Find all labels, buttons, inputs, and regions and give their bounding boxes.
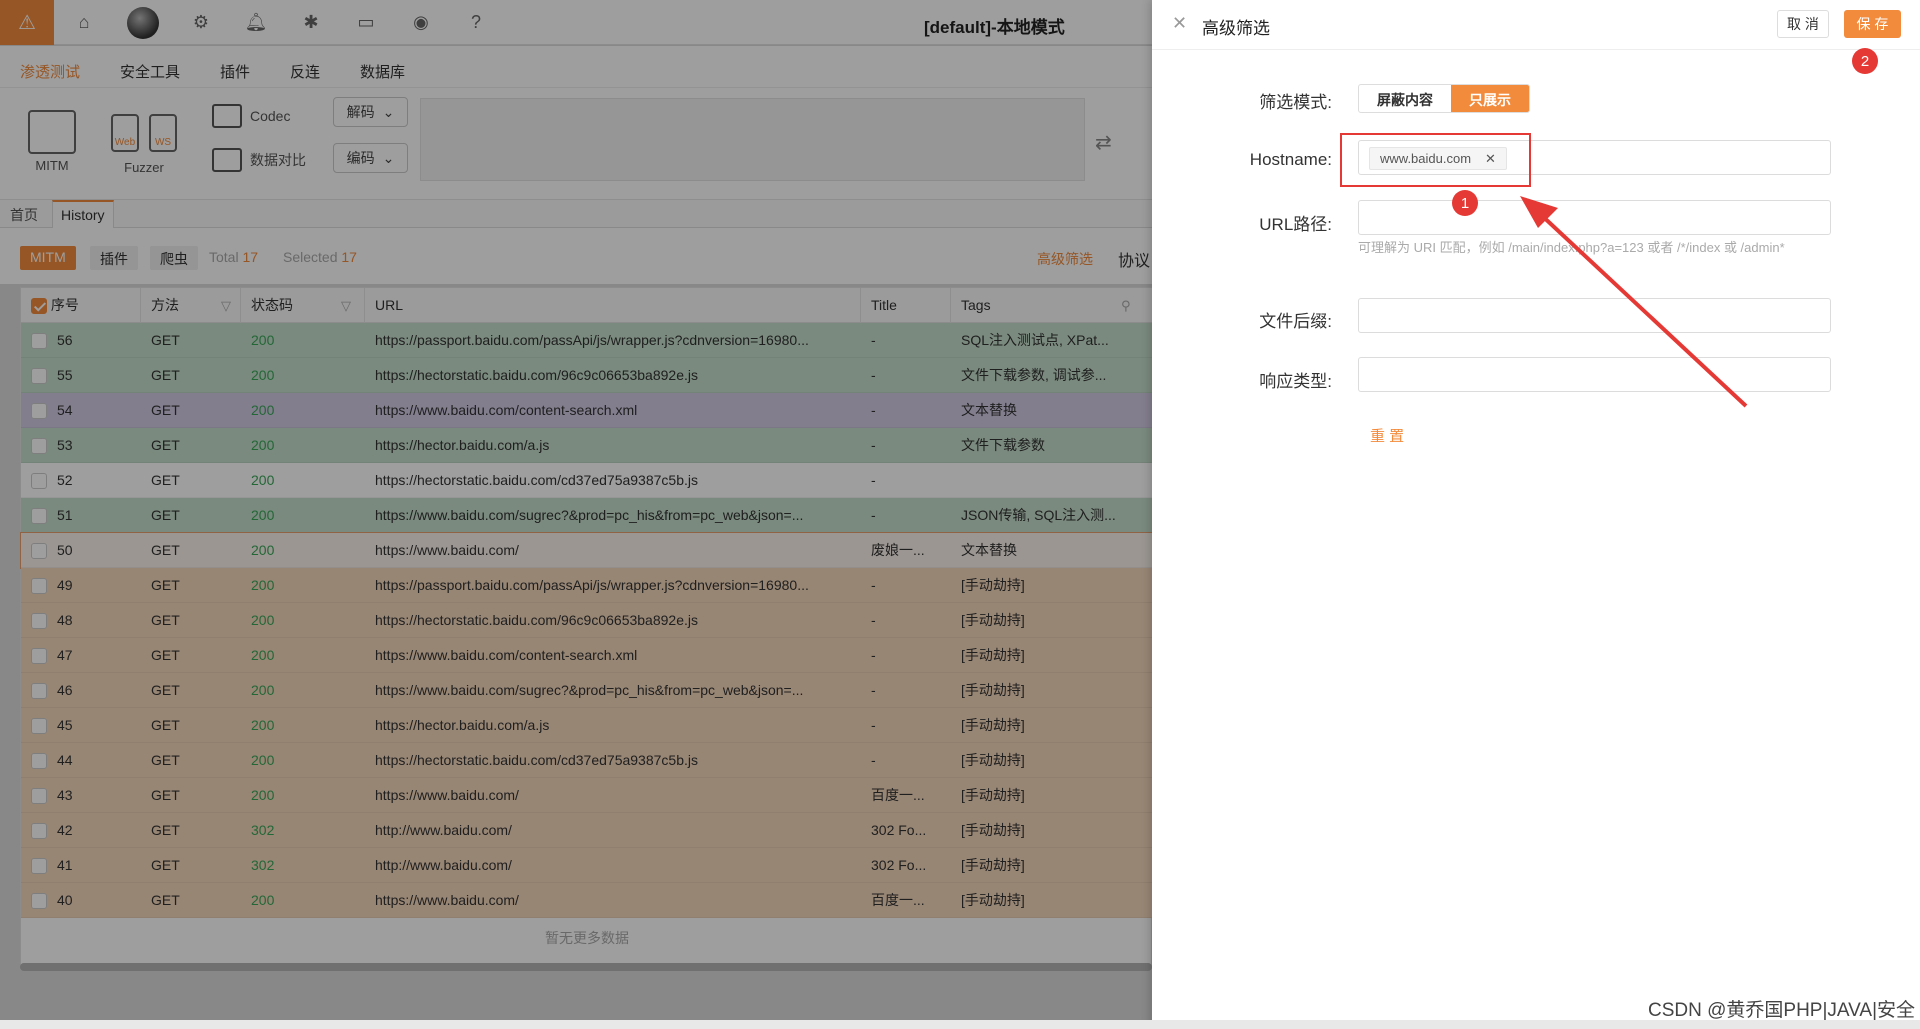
drawer-title: 高级筛选 <box>1202 19 1270 38</box>
annotation-highlight-box <box>1340 133 1531 187</box>
save-button[interactable]: 保 存 <box>1844 10 1901 38</box>
url-path-input[interactable] <box>1358 200 1831 235</box>
content-type-input[interactable] <box>1358 357 1831 392</box>
cancel-button[interactable]: 取 消 <box>1777 10 1829 38</box>
drawer-header: ✕ 高级筛选 取 消 保 存 <box>1152 0 1920 50</box>
url-path-label: URL路径: <box>1259 215 1332 234</box>
hostname-label: Hostname: <box>1249 150 1332 169</box>
file-suffix-input[interactable] <box>1358 298 1831 333</box>
close-icon[interactable]: ✕ <box>1172 13 1187 34</box>
content-type-label: 响应类型: <box>1259 372 1332 391</box>
url-path-hint: 可理解为 URI 匹配，例如 /main/index.php?a=123 或者 … <box>1358 240 1785 255</box>
reset-button[interactable]: 重 置 <box>1370 425 1404 446</box>
file-suffix-label: 文件后缀: <box>1259 312 1332 331</box>
mode-hide-option[interactable]: 屏蔽内容 <box>1359 85 1451 112</box>
drawer-mask[interactable] <box>0 0 1152 1029</box>
annotation-badge-2: 2 <box>1852 48 1878 74</box>
filter-mode-toggle: 屏蔽内容 只展示 <box>1358 84 1530 113</box>
advanced-filter-drawer: ✕ 高级筛选 取 消 保 存 筛选模式: 屏蔽内容 只展示 Hostname: … <box>1152 0 1920 1029</box>
annotation-badge-1: 1 <box>1452 190 1478 216</box>
bottom-strip <box>0 1020 1920 1029</box>
watermark: CSDN @黄乔国PHP|JAVA|安全 <box>1648 1000 1916 1021</box>
app-window: ⚠ ⌂ ⚙ 🔔︎ ✱ ▭ ◉ ? [default]-本地模式 渗透测试 安全工… <box>0 0 1920 1029</box>
filter-mode-label: 筛选模式: <box>1259 93 1332 112</box>
mode-show-only-option[interactable]: 只展示 <box>1451 85 1529 112</box>
